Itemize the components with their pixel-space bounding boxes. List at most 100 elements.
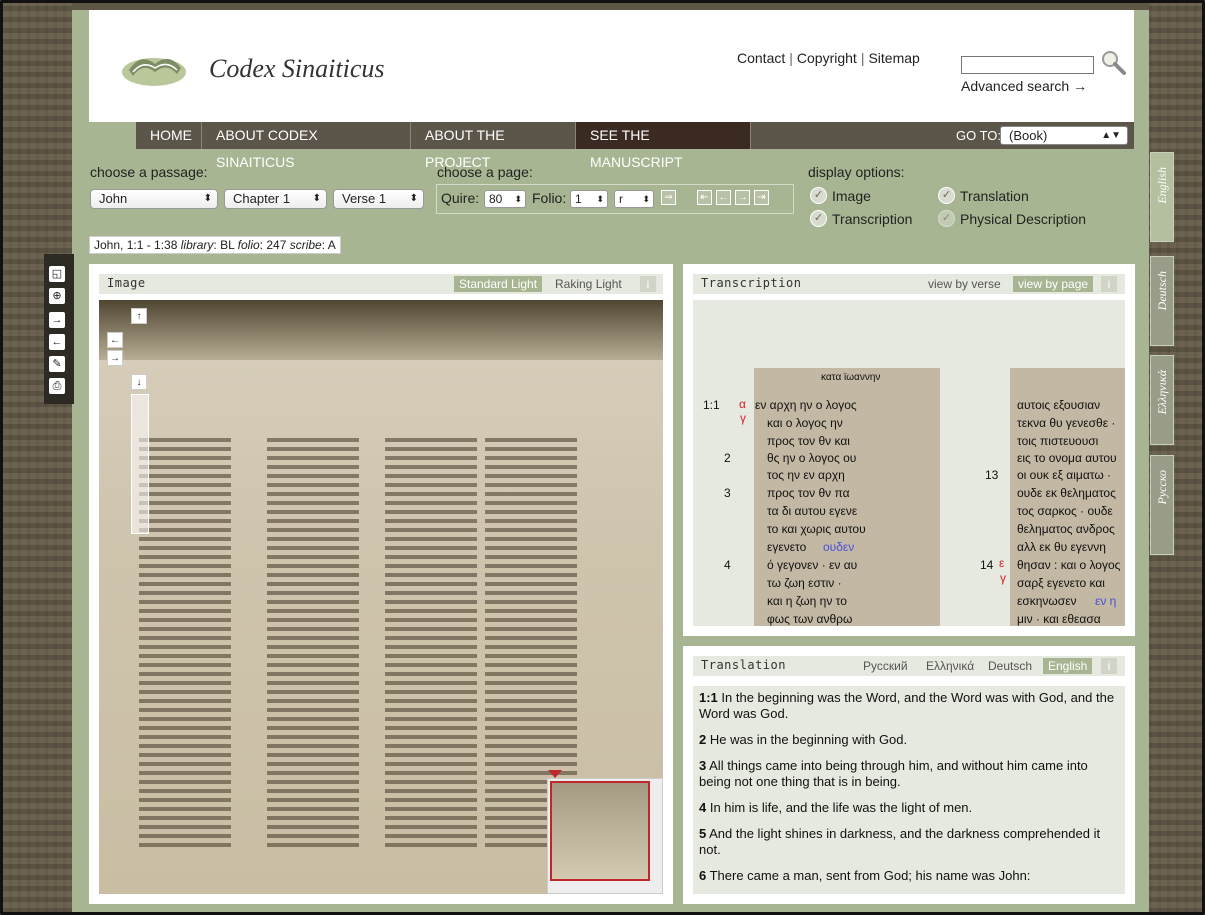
info-ref: John, 1:1 - 1:38	[94, 238, 178, 252]
verse-text: He was in the beginning with God.	[706, 732, 908, 747]
transcription-info-icon[interactable]: i	[1101, 276, 1117, 292]
transcription-check-icon[interactable]: ✓	[810, 210, 827, 227]
translation-verse: 2 He was in the beginning with God.	[699, 732, 1119, 748]
main-nav: HOME ABOUT CODEX SINAITICUS ABOUT THE PR…	[136, 122, 1134, 170]
verse-value: Verse 1	[342, 191, 387, 206]
sitemap-link[interactable]: Sitemap	[868, 50, 919, 66]
next-page-icon[interactable]: →	[735, 190, 750, 205]
image-option-label[interactable]: Image	[832, 188, 871, 204]
nav-see-manuscript[interactable]: SEE THE MANUSCRIPT	[576, 122, 751, 170]
copyright-link[interactable]: Copyright	[797, 50, 857, 66]
folio-select[interactable]: 1 ⬍	[570, 190, 608, 208]
manuscript-image-top	[99, 300, 663, 360]
transcription-line: προς τον θν και	[767, 434, 850, 448]
lang-tab-label: Русско	[1155, 470, 1169, 505]
verse-select[interactable]: Verse 1 ⬍	[333, 189, 424, 209]
goto-book-select[interactable]: (Book) ▲▼	[1000, 126, 1128, 145]
translation-info-icon[interactable]: i	[1101, 658, 1117, 674]
transcription-line: εγενετο	[767, 540, 807, 554]
pan-right-icon[interactable]: →	[107, 350, 123, 366]
pan-left-icon[interactable]: ←	[107, 332, 123, 348]
folio-value: 1	[575, 192, 582, 206]
arrow-left-icon[interactable]: ←	[49, 334, 65, 350]
background-texture-left	[0, 0, 72, 915]
nav-about-project[interactable]: ABOUT THE PROJECT	[411, 122, 576, 170]
info-folio: 247	[266, 238, 287, 252]
image-check-icon[interactable]: ✓	[810, 187, 827, 204]
fullscreen-icon[interactable]: ◱	[49, 266, 65, 282]
tab-lang-greek[interactable]: Ελληνικά	[921, 658, 980, 674]
zoom-icon[interactable]: ⊕	[49, 288, 65, 304]
contact-link[interactable]: Contact	[737, 50, 785, 66]
search-icon[interactable]	[1099, 48, 1127, 76]
tab-raking-light[interactable]: Raking Light	[550, 276, 627, 292]
chapter-select[interactable]: Chapter 1 ⬍	[224, 189, 327, 209]
verse-text: In the beginning was the Word, and the W…	[699, 690, 1115, 721]
tab-view-by-verse[interactable]: view by verse	[923, 276, 1006, 292]
translation-verse: 6 There came a man, sent from God; his n…	[699, 868, 1119, 884]
nav-home[interactable]: HOME	[136, 122, 202, 149]
image-info-icon[interactable]: i	[640, 276, 656, 292]
physical-option-label[interactable]: Physical Description	[960, 211, 1086, 227]
margin-marker: γ	[740, 411, 746, 425]
transcription-line: προς τον θν πα	[767, 486, 850, 500]
tab-lang-russian[interactable]: Русский	[858, 658, 913, 674]
zoom-slider[interactable]	[131, 394, 149, 534]
transcription-panel-title: Transcription	[701, 276, 802, 290]
lang-tab-greek[interactable]: Ελληνικά	[1150, 355, 1174, 445]
manuscript-column	[139, 438, 231, 848]
advanced-search-link[interactable]: Advanced search →	[961, 78, 1087, 94]
goto-label: GO TO:	[956, 128, 1002, 143]
chapter-value: Chapter 1	[233, 191, 291, 206]
go-button[interactable]: ⇒	[661, 190, 676, 205]
print-icon[interactable]: ⎙	[49, 378, 65, 394]
tab-standard-light[interactable]: Standard Light	[454, 276, 543, 292]
translation-check-icon[interactable]: ✓	[938, 187, 955, 204]
first-page-icon[interactable]: ⇤	[697, 190, 712, 205]
info-library-label: library	[180, 238, 214, 252]
verse-num: 2	[724, 451, 731, 465]
side-select[interactable]: r ⬍	[614, 190, 654, 208]
site-logo-text[interactable]: Codex Sinaiticus	[209, 54, 384, 84]
last-page-icon[interactable]: ⇥	[754, 190, 769, 205]
translation-panel-title: Translation	[701, 658, 786, 672]
prev-page-icon[interactable]: ←	[716, 190, 731, 205]
thumbnail-toggle-icon[interactable]	[548, 770, 562, 778]
pan-down-icon[interactable]: ↓	[131, 374, 147, 390]
nav-about-codex[interactable]: ABOUT CODEX SINAITICUS	[202, 122, 411, 170]
display-label: display options:	[808, 164, 905, 180]
transcription-line: ό γεγονεν · εν αυ	[767, 558, 858, 572]
viewer-toolstrip: ◱ ⊕ → ← ✎ ⎙	[44, 254, 74, 404]
tab-lang-english[interactable]: English	[1043, 658, 1093, 674]
physical-check-icon[interactable]: ✓	[938, 210, 955, 227]
quire-select[interactable]: 80 ⬍	[484, 190, 526, 208]
chevron-down-icon: ⬍	[596, 194, 604, 204]
transcription-line: φως των ανθρω	[767, 612, 853, 626]
pan-up-icon[interactable]: ↑	[131, 308, 147, 324]
transcription-line: μιν · και εθεασα	[1017, 612, 1101, 626]
thumbnail-navigator[interactable]	[547, 778, 663, 894]
transcription-line: τος σαρκος · ουδε	[1017, 504, 1113, 518]
transcription-option-label[interactable]: Transcription	[832, 211, 912, 227]
lang-tab-russian[interactable]: Русско	[1150, 455, 1174, 555]
lang-tab-english[interactable]: English	[1150, 152, 1174, 242]
translation-option-label[interactable]: Translation	[960, 188, 1029, 204]
lang-tab-german[interactable]: Deutsch	[1150, 256, 1174, 346]
arrow-right-icon[interactable]: →	[49, 312, 65, 328]
verse-num: 1:1	[703, 398, 720, 412]
transcription-highlight: ουδεν	[823, 540, 855, 554]
book-logo-icon[interactable]	[119, 42, 189, 88]
goto-value: (Book)	[1009, 128, 1048, 143]
transcription-line: θεληματος ανδρος	[1017, 522, 1115, 536]
search-input[interactable]	[961, 56, 1094, 74]
transcription-line: ουδε εκ θεληματος	[1017, 486, 1116, 500]
transcription-line: θς ην ο λογος ου	[767, 451, 857, 465]
edit-icon[interactable]: ✎	[49, 356, 65, 372]
transcription-panel-header: Transcription view by verse view by page…	[693, 274, 1125, 294]
tab-view-by-page[interactable]: view by page	[1013, 276, 1094, 292]
thumbnail-viewport[interactable]	[550, 781, 650, 881]
chevron-down-icon: ⬍	[203, 193, 212, 204]
tab-lang-german[interactable]: Deutsch	[983, 658, 1038, 674]
chevron-down-icon: ⬍	[642, 194, 650, 204]
book-select[interactable]: John ⬍	[90, 189, 218, 209]
